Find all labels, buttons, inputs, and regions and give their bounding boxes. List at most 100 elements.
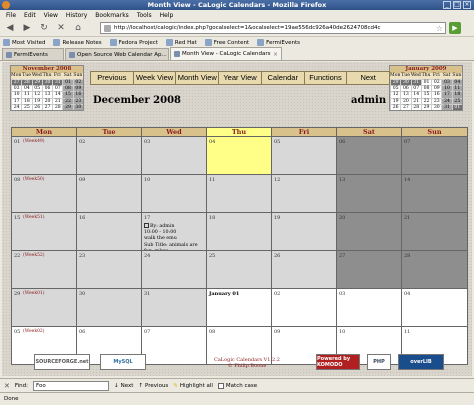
day-number[interactable]: 27 — [339, 253, 345, 259]
day-number[interactable]: 11 — [209, 177, 215, 183]
mini-day[interactable]: 26 — [31, 103, 42, 110]
stop-icon[interactable]: ✕ — [54, 22, 68, 34]
day-cell[interactable]: 07 — [402, 137, 467, 174]
day-cell[interactable]: 03 — [142, 137, 207, 174]
day-cell[interactable]: 29 (Week01) — [12, 289, 77, 326]
url-bar[interactable]: http://localhost/calogic/index.php?gocal… — [100, 22, 446, 34]
day-number[interactable]: 03 — [144, 139, 150, 145]
day-number[interactable]: 19 — [274, 215, 280, 221]
day-number[interactable]: 22 — [14, 253, 20, 259]
mini-day[interactable]: 26 — [390, 103, 401, 110]
previous-button[interactable]: Previous — [91, 72, 134, 84]
mini-day[interactable]: 28 — [52, 103, 63, 110]
mini-calendar-title[interactable]: November 2008 — [11, 66, 83, 73]
day-number[interactable]: 31 — [144, 291, 150, 297]
day-number[interactable]: 04 — [404, 291, 410, 297]
day-cell[interactable]: 31 — [142, 289, 207, 326]
day-number[interactable]: 07 — [144, 329, 150, 335]
month-view-button[interactable]: Month View — [176, 72, 220, 84]
day-number[interactable]: 01 — [14, 139, 20, 145]
day-number[interactable]: 05 — [14, 329, 20, 335]
close-find-icon[interactable]: ✕ — [4, 382, 10, 390]
week-number[interactable]: (Week02) — [23, 329, 45, 334]
day-number[interactable]: 09 — [274, 329, 280, 335]
mini-day[interactable]: 31 — [441, 103, 452, 110]
day-number[interactable]: 07 — [404, 139, 410, 145]
day-number[interactable]: 10 — [339, 329, 345, 335]
close-button[interactable]: × — [463, 1, 471, 9]
day-number[interactable]: 24 — [144, 253, 150, 259]
find-next-button[interactable]: ↓ Next — [114, 383, 133, 389]
tab-open-source-calendar[interactable]: Open Source Web Calendar Ap...× — [65, 48, 169, 60]
day-number[interactable]: 06 — [79, 329, 85, 335]
day-cell[interactable]: 25 — [207, 251, 272, 288]
day-cell[interactable]: 22 (Week52) — [12, 251, 77, 288]
day-cell[interactable]: 13 — [337, 175, 402, 212]
day-cell[interactable]: 18 — [207, 213, 272, 250]
day-cell[interactable]: January 01 — [207, 289, 272, 326]
day-cell[interactable]: 28 — [402, 251, 467, 288]
mini-day[interactable]: 29 — [62, 103, 73, 110]
day-cell[interactable]: 02 — [77, 137, 142, 174]
day-number[interactable]: 09 — [79, 177, 85, 183]
mini-day[interactable]: 29 — [420, 103, 432, 110]
day-number[interactable]: 06 — [339, 139, 345, 145]
back-icon[interactable]: ◀ — [3, 22, 17, 34]
credit-author[interactable]: © Philip Boone — [202, 363, 292, 369]
mini-day[interactable]: 27 — [41, 103, 53, 110]
week-view-button[interactable]: Week View — [134, 72, 177, 84]
day-cell[interactable]: 19 — [272, 213, 337, 250]
week-number[interactable]: (Week49) — [23, 139, 45, 144]
highlight-all-button[interactable]: ✎ Highlight all — [173, 383, 213, 389]
week-number[interactable]: (Week50) — [23, 177, 45, 182]
day-number[interactable]: 10 — [144, 177, 150, 183]
komodo-logo[interactable]: Powered by KOMODO — [316, 354, 360, 370]
mysql-logo[interactable]: MySQL — [100, 354, 146, 370]
menu-bookmarks[interactable]: Bookmarks — [95, 12, 129, 19]
day-cell[interactable]: 12 — [272, 175, 337, 212]
day-cell[interactable]: 10 — [142, 175, 207, 212]
menu-view[interactable]: View — [44, 12, 58, 19]
day-cell[interactable]: 02 — [272, 289, 337, 326]
day-number[interactable]: 08 — [14, 177, 20, 183]
php-logo[interactable]: PHP — [367, 354, 391, 370]
day-number[interactable]: 29 — [14, 291, 20, 297]
day-number[interactable]: 21 — [404, 215, 410, 221]
forward-icon[interactable]: ▶ — [20, 22, 34, 34]
day-number[interactable]: 28 — [404, 253, 410, 259]
mini-day[interactable]: 28 — [410, 103, 421, 110]
day-number[interactable]: 23 — [79, 253, 85, 259]
day-cell[interactable]: 23 — [77, 251, 142, 288]
menu-file[interactable]: File — [6, 12, 16, 19]
day-number[interactable]: 04 — [209, 139, 215, 145]
mini-day[interactable]: 01 — [451, 103, 462, 110]
sourceforge-logo[interactable]: SOURCEFORGE.net — [34, 354, 90, 370]
bookmark-most-visited[interactable]: Most Visited — [3, 39, 45, 46]
mini-day[interactable]: 27 — [400, 103, 411, 110]
day-cell[interactable]: 09 — [77, 175, 142, 212]
find-input[interactable]: Foo — [33, 380, 109, 391]
home-icon[interactable]: ⌂ — [71, 22, 85, 34]
tab-fermievents[interactable]: FermiEvents — [2, 48, 64, 60]
day-number[interactable]: 26 — [274, 253, 280, 259]
menu-history[interactable]: History — [66, 12, 87, 19]
overlib-logo[interactable]: overLIB — [398, 354, 444, 370]
day-number[interactable]: 03 — [339, 291, 345, 297]
bookmark-release-notes[interactable]: Release Notes — [53, 39, 102, 46]
day-number[interactable]: 16 — [79, 215, 85, 221]
mini-day[interactable]: 25 — [21, 103, 32, 110]
menu-help[interactable]: Help — [160, 12, 174, 19]
mini-day[interactable]: 30 — [72, 103, 83, 110]
day-number[interactable]: 02 — [274, 291, 280, 297]
week-number[interactable]: (Week51) — [23, 215, 45, 220]
day-number[interactable]: 11 — [404, 329, 410, 335]
bookmark-fedora-project[interactable]: Fedora Project — [109, 39, 158, 46]
day-cell[interactable]: 17 By: admin 10:00 - 10:00 walk the emu Sub … — [142, 213, 207, 250]
match-case-checkbox[interactable]: Match case — [217, 382, 257, 389]
day-cell[interactable]: 03 — [337, 289, 402, 326]
day-cell[interactable]: 04 — [207, 137, 272, 174]
calendar-button[interactable]: Calendar — [262, 72, 305, 84]
bookmark-star-icon[interactable]: ☆ — [436, 24, 443, 33]
day-number[interactable]: 17 — [144, 215, 150, 221]
bookmark-free-content[interactable]: Free Content — [204, 39, 249, 46]
